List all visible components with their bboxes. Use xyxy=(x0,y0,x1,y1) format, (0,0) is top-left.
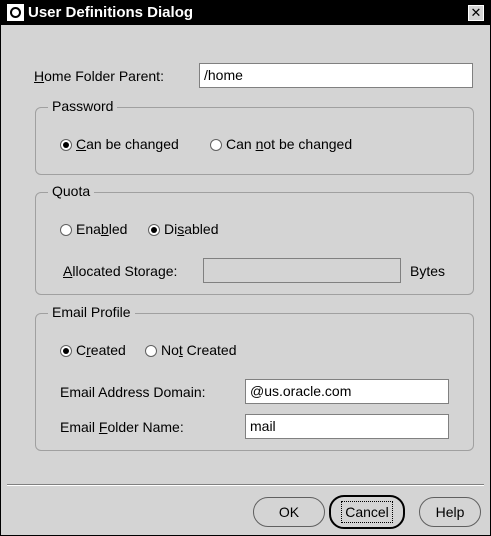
allocated-storage-label: Allocated Storage: xyxy=(63,263,178,279)
button-separator xyxy=(7,484,484,486)
cancel-button-label: Cancel xyxy=(341,501,393,523)
quota-legend: Quota xyxy=(48,183,95,199)
help-button[interactable]: Help xyxy=(419,497,481,527)
email-folder-input[interactable]: mail xyxy=(245,414,449,439)
email-created-radio[interactable] xyxy=(60,345,72,357)
user-definitions-dialog: User Definitions Dialog ✕ Home Folder Pa… xyxy=(0,0,491,536)
bytes-unit-label: Bytes xyxy=(410,263,446,279)
dialog-title: User Definitions Dialog xyxy=(28,4,194,21)
email-created-label[interactable]: Created xyxy=(76,342,126,358)
ok-button[interactable]: OK xyxy=(253,497,325,527)
cancel-button[interactable]: Cancel xyxy=(329,495,405,529)
email-folder-label: Email Folder Name: xyxy=(60,419,184,435)
home-folder-label-rest: ome Folder Parent: xyxy=(44,68,164,84)
email-domain-input[interactable]: @us.oracle.com xyxy=(245,379,449,404)
password-cannot-change-radio[interactable] xyxy=(210,139,222,151)
quota-disabled-label[interactable]: Disabled xyxy=(164,221,219,237)
quota-enabled-label[interactable]: Enabled xyxy=(76,221,127,237)
home-folder-label: Home Folder Parent: xyxy=(34,68,164,84)
email-not-created-radio[interactable] xyxy=(145,345,157,357)
quota-enabled-radio[interactable] xyxy=(60,224,72,236)
home-folder-input[interactable]: /home xyxy=(199,63,473,88)
email-not-created-label[interactable]: Not Created xyxy=(161,342,237,358)
password-cannot-change-label[interactable]: Can not be changed xyxy=(226,136,352,152)
password-can-change-label[interactable]: Can be changed xyxy=(76,136,179,152)
email-profile-legend: Email Profile xyxy=(48,304,135,320)
oracle-logo-icon xyxy=(7,4,24,21)
email-domain-label: Email Address Domain: xyxy=(60,384,206,400)
allocated-storage-input[interactable] xyxy=(203,258,401,283)
quota-disabled-radio[interactable] xyxy=(148,224,160,236)
close-icon[interactable]: ✕ xyxy=(468,5,484,21)
password-legend: Password xyxy=(48,98,118,114)
password-can-change-radio[interactable] xyxy=(60,139,72,151)
title-bar[interactable]: User Definitions Dialog ✕ xyxy=(1,1,490,25)
